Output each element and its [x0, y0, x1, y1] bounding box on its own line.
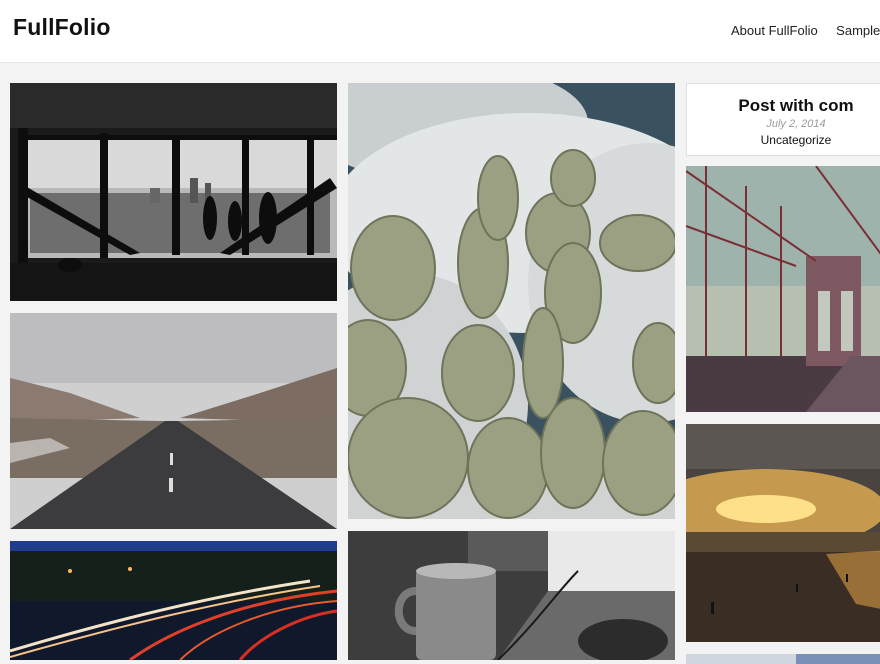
photo-sunset-beach[interactable] — [686, 424, 880, 642]
photo-light-trails[interactable] — [10, 541, 337, 660]
post-card[interactable]: Post with com July 2, 2014 Uncategorize — [686, 83, 880, 156]
site-header: FullFolio About FullFolio Sample Pa — [0, 0, 880, 63]
photo-cactus[interactable] — [348, 83, 675, 519]
post-date: July 2, 2014 — [766, 118, 826, 130]
photo-office-skyline[interactable] — [10, 83, 337, 301]
nav-item-sample-page[interactable]: Sample Pa — [836, 23, 880, 38]
photo-road-valley[interactable] — [10, 313, 337, 529]
post-title[interactable]: Post with com — [687, 96, 880, 116]
nav-item-about[interactable]: About FullFolio — [731, 23, 818, 38]
post-category[interactable]: Uncategorize — [687, 133, 880, 147]
photo-bridge[interactable] — [686, 166, 880, 412]
site-logo[interactable]: FullFolio — [13, 14, 111, 41]
photo-partial[interactable] — [686, 654, 880, 664]
main-nav: About FullFolio Sample Pa — [731, 22, 880, 40]
photo-coffee-mug[interactable] — [348, 531, 675, 660]
